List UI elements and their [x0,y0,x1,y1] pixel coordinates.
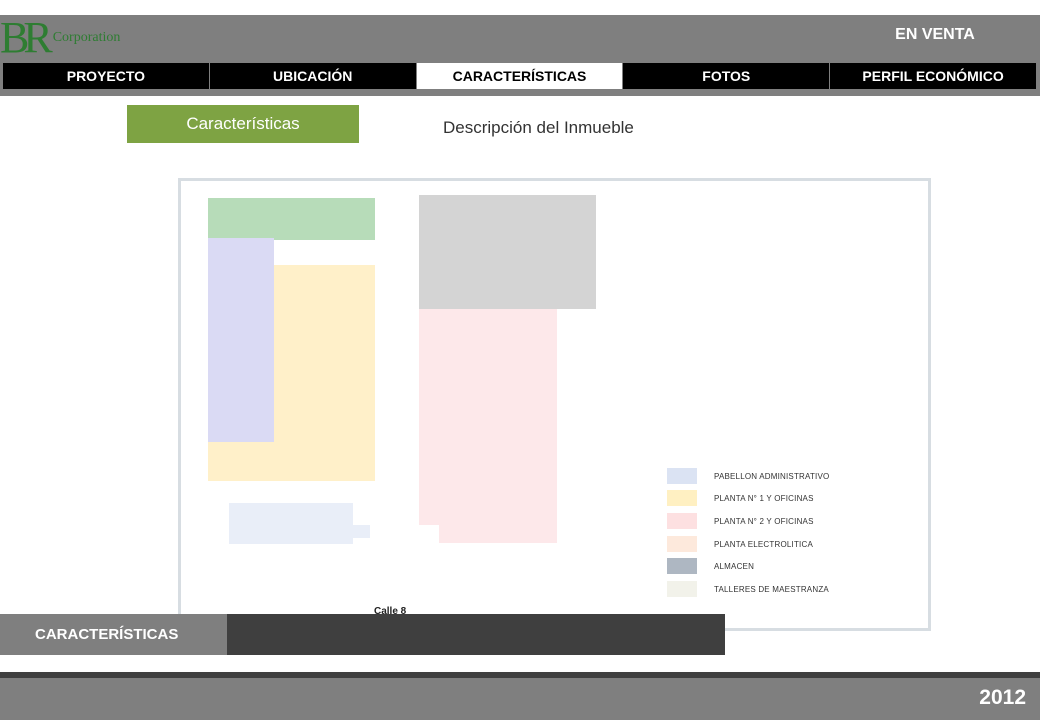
plan-block-green [208,198,375,240]
plan-block-admin [208,238,274,442]
legend-item: PABELLON ADMINISTRATIVO [667,468,829,484]
br-corporation-logo[interactable]: BR Corporation [0,15,120,60]
tab-caracteristicas[interactable]: CARACTERÍSTICAS [416,63,624,89]
plan-block-almacen [419,195,596,309]
legend-item: TALLERES DE MAESTRANZA [667,581,829,597]
plan-block-admin-annex-tab [353,525,370,538]
plan-block-admin-annex [229,503,353,544]
caption-bar [227,614,725,655]
legend-label: PABELLON ADMINISTRATIVO [714,471,830,481]
legend-label: PLANTA N° 1 Y OFICINAS [714,493,814,503]
sale-status-label: EN VENTA [895,26,975,43]
tab-ubicacion[interactable]: UBICACIÓN [209,63,417,89]
year-label: 2012 [979,686,1026,709]
legend-label: PLANTA ELECTROLITICA [714,539,813,549]
legend-swatch [667,536,697,552]
legend-item: ALMACEN [667,558,754,574]
plan-block-planta-1-lower [208,442,274,481]
tab-proyecto[interactable]: PROYECTO [3,63,210,89]
legend-label: TALLERES DE MAESTRANZA [714,584,829,594]
logo-mark: BR [0,13,53,62]
footer-bar [0,678,1040,720]
legend-label: ALMACEN [714,561,755,571]
legend-label: PLANTA N° 2 Y OFICINAS [714,516,814,526]
tab-fotos[interactable]: FOTOS [623,63,831,89]
section-badge: Características [127,105,359,143]
legend-swatch [667,558,697,574]
logo-wordmark: Corporation [52,30,121,45]
legend-swatch [667,490,697,506]
plan-block-planta-1 [274,265,375,481]
nav-tab-row: PROYECTO UBICACIÓN CARACTERÍSTICAS FOTOS… [2,62,1038,90]
legend-item: PLANTA N° 1 Y OFICINAS [667,490,814,506]
legend-swatch [667,513,697,529]
plan-block-planta-2-lower [439,525,557,543]
plan-block-planta-2 [419,309,557,525]
caption-label: CARACTERÍSTICAS [0,614,228,655]
legend-swatch [667,581,697,597]
tab-perfil-economico[interactable]: PERFIL ECONÓMICO [830,63,1037,89]
legend-swatch [667,468,697,484]
main-nav: PROYECTO UBICACIÓN CARACTERÍSTICAS FOTOS… [0,60,1040,96]
legend-item: PLANTA N° 2 Y OFICINAS [667,513,814,529]
section-title: Descripción del Inmueble [443,118,634,137]
legend-item: PLANTA ELECTROLITICA [667,536,813,552]
